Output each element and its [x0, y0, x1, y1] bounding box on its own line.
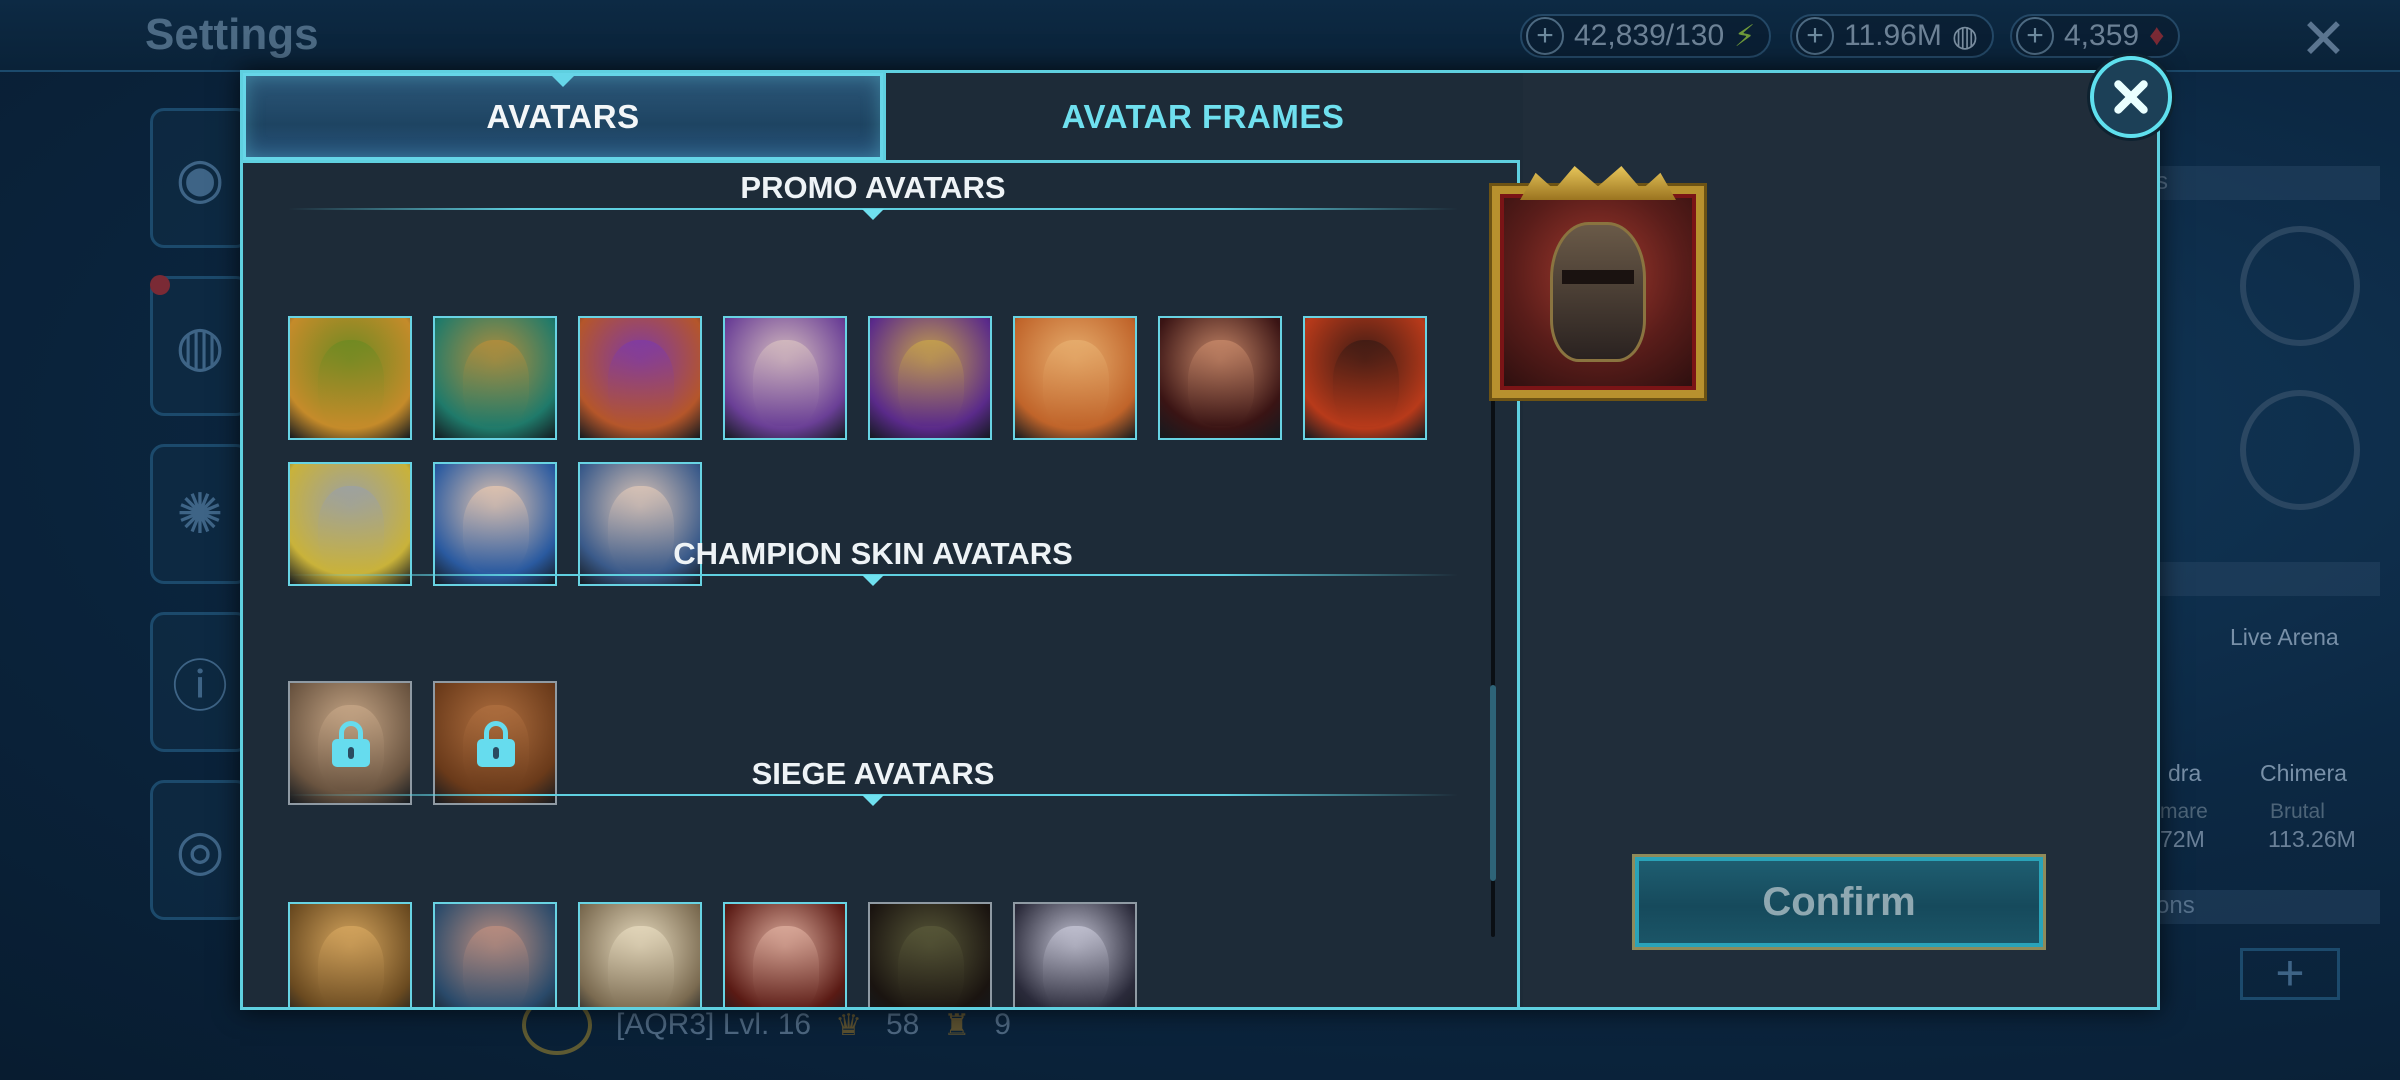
- section-title-champion-skin: CHAMPION SKIN AVATARS: [673, 536, 1073, 571]
- background-champions-text: ons: [2156, 892, 2195, 919]
- background-close-icon: ✕: [2300, 7, 2347, 70]
- background-stats-bar: [2150, 562, 2380, 596]
- modal-corner: [2146, 996, 2160, 1010]
- info-icon: ⓘ: [150, 612, 250, 752]
- portrait-icon: [1043, 340, 1109, 426]
- preview-visor: [1562, 270, 1634, 284]
- portrait-icon: [608, 926, 674, 1007]
- background-header-bar: s: [2150, 166, 2380, 200]
- portrait-icon: [463, 926, 529, 1007]
- trophy-icon: ♛: [835, 1008, 862, 1042]
- portrait-icon: [753, 340, 819, 426]
- section-header-siege: SIEGE AVATARS: [288, 756, 1458, 806]
- promo-avatar-8[interactable]: [1303, 316, 1427, 440]
- portrait-icon: [318, 926, 384, 1007]
- silver-coin-icon: ◍: [1951, 19, 1979, 53]
- level-badge-icon: [2240, 390, 2360, 510]
- keys-value: 9: [994, 1008, 1011, 1041]
- add-champion-icon: +: [2240, 948, 2340, 1000]
- clan-label: [AQR3] Lvl. 16: [616, 1008, 812, 1041]
- add-energy-button[interactable]: +: [1526, 17, 1564, 55]
- resource-silver: + 11.96M ◍: [1790, 14, 1995, 58]
- notification-dot: [150, 275, 170, 295]
- section-arrow-icon: [862, 795, 884, 806]
- promo-avatar-6[interactable]: [1013, 316, 1137, 440]
- promo-avatar-5[interactable]: [868, 316, 992, 440]
- promo-avatar-4[interactable]: [723, 316, 847, 440]
- add-gems-button[interactable]: +: [2016, 17, 2054, 55]
- background-champions-bar: ons: [2150, 890, 2380, 924]
- section-arrow-icon: [862, 209, 884, 220]
- section-title-promo: PROMO AVATARS: [740, 170, 1006, 205]
- promo-avatar-1[interactable]: [288, 316, 412, 440]
- siege-avatar-3[interactable]: [578, 902, 702, 1007]
- close-icon: [2111, 77, 2151, 117]
- portrait-icon: [1333, 340, 1399, 426]
- preview-helmet-icon: [1550, 222, 1646, 362]
- section-header-champion-skin: CHAMPION SKIN AVATARS: [288, 536, 1458, 586]
- modal-corner: [240, 996, 254, 1010]
- trophies-value: 58: [886, 1008, 920, 1041]
- close-button[interactable]: [2090, 56, 2172, 138]
- hydra-label: dra: [2168, 760, 2202, 786]
- key-icon: ♜: [943, 1008, 971, 1042]
- siege-avatar-5[interactable]: [868, 902, 992, 1007]
- portrait-icon: [463, 340, 529, 426]
- section-title-siege: SIEGE AVATARS: [751, 756, 995, 791]
- portrait-icon: [1043, 926, 1109, 1007]
- tab-avatar-frames[interactable]: AVATAR FRAMES: [883, 73, 1520, 160]
- portrait-icon: [753, 926, 819, 1007]
- section-arrow-icon: [862, 575, 884, 586]
- portrait-icon: [1188, 340, 1254, 426]
- siege-avatar-4[interactable]: [723, 902, 847, 1007]
- chimera-label: Chimera: [2260, 760, 2347, 786]
- promo-avatar-7[interactable]: [1158, 316, 1282, 440]
- background-sidebar: ◉ ◍ ✺ ⓘ ◎: [150, 100, 250, 920]
- portrait-icon: [898, 340, 964, 426]
- section-header-promo: PROMO AVATARS: [288, 170, 1458, 220]
- promo-avatar-3[interactable]: [578, 316, 702, 440]
- promo-avatar-2[interactable]: [433, 316, 557, 440]
- avatar-scroll-area[interactable]: PROMO AVATARS CHAMPION SKIN AVATARS SIEG…: [243, 166, 1520, 1007]
- gem-icon: ♦: [2149, 19, 2165, 52]
- background-right-panel: s Live Arena dra Chimera mare Brutal 72M…: [2150, 100, 2400, 1000]
- confirm-button[interactable]: Confirm: [1632, 854, 2046, 950]
- silver-value: 11.96M: [1844, 19, 1942, 52]
- tab-avatars[interactable]: AVATARS: [243, 73, 883, 160]
- siege-avatar-2[interactable]: [433, 902, 557, 1007]
- profile-tab-icon: ◉: [150, 108, 250, 248]
- siege-avatar-1[interactable]: [288, 902, 412, 1007]
- page-title: Settings: [145, 10, 319, 59]
- brutal-label: Brutal: [2270, 800, 2325, 823]
- nightmare-label: mare: [2160, 800, 2208, 823]
- gems-value: 4,359: [2064, 19, 2140, 52]
- portrait-icon: [608, 340, 674, 426]
- energy-value: 42,839/130: [1574, 19, 1725, 52]
- avatar-list-panel: AVATARS AVATAR FRAMES PROMO AVATARS CHAM…: [243, 73, 1520, 1007]
- scrollbar-thumb[interactable]: [1490, 685, 1496, 881]
- add-silver-button[interactable]: +: [1796, 17, 1834, 55]
- resource-gems: + 4,359 ♦: [2010, 14, 2181, 58]
- avatar-tabs: AVATARS AVATAR FRAMES: [243, 73, 1520, 163]
- hydra-value: 72M: [2160, 826, 2205, 852]
- portrait-icon: [898, 926, 964, 1007]
- gear-icon: ✺: [150, 444, 250, 584]
- portrait-icon: [318, 340, 384, 426]
- account-tab-icon: ◍: [150, 276, 250, 416]
- globe-icon: ◎: [150, 780, 250, 920]
- live-arena-label: Live Arena: [2230, 624, 2339, 650]
- siege-avatar-6[interactable]: [1013, 902, 1137, 1007]
- resource-energy: + 42,839/130 ⚡: [1520, 14, 1772, 58]
- energy-bolt-icon: ⚡: [1734, 19, 1756, 53]
- chimera-value: 113.26M: [2268, 826, 2356, 852]
- rank-badge-icon: [2240, 226, 2360, 346]
